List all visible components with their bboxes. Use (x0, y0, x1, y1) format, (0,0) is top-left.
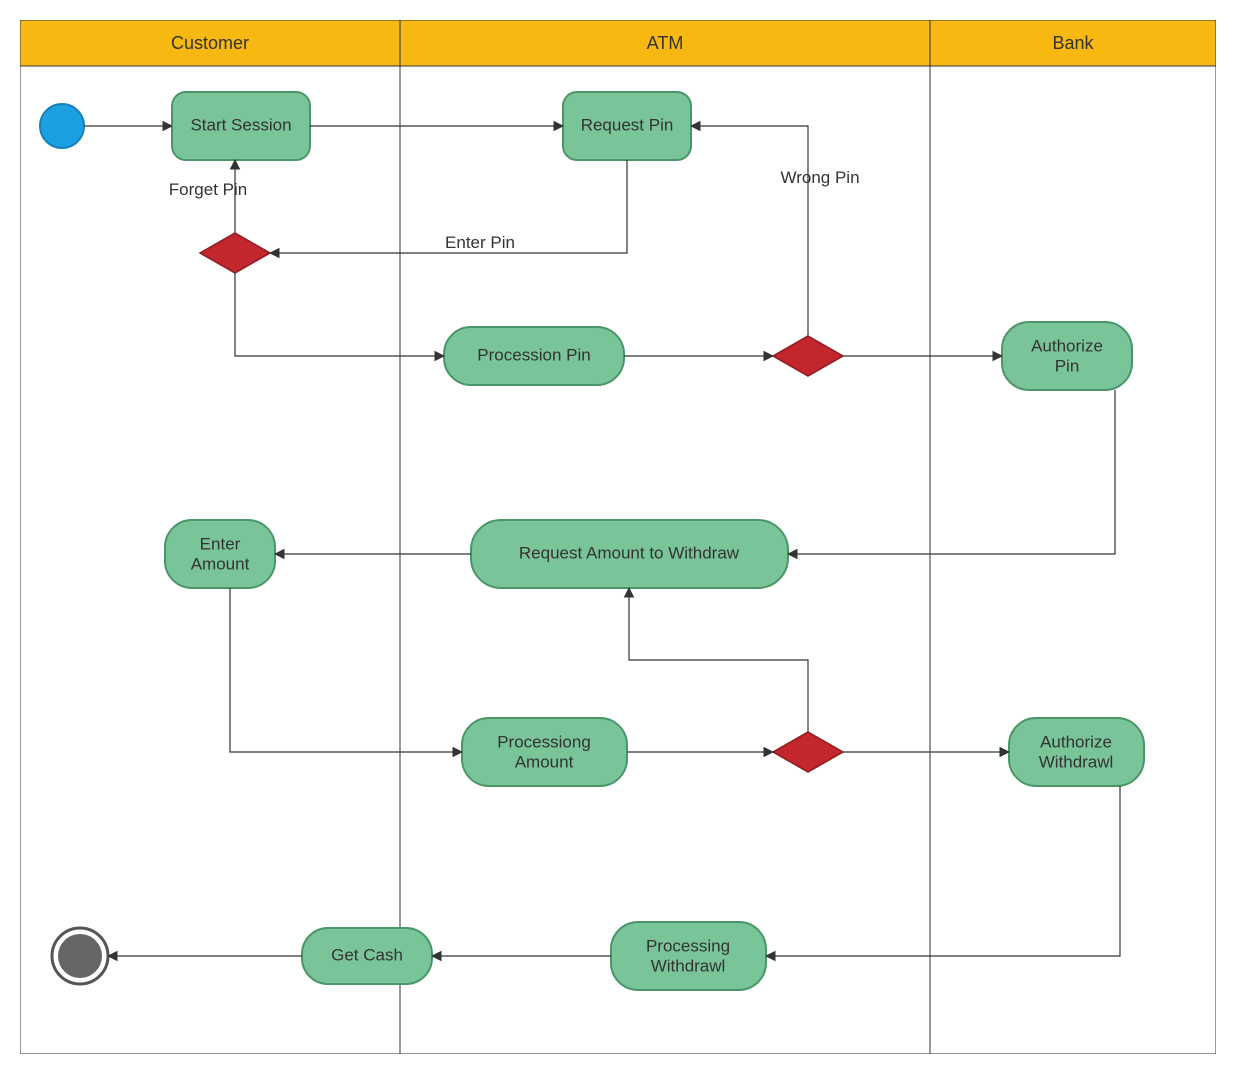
decision-wrong-pin (773, 336, 843, 376)
activity-request-amount-label: Request Amount to Withdraw (519, 543, 740, 562)
activity-get-cash-label: Get Cash (331, 945, 403, 964)
decision-processing-amount (773, 732, 843, 772)
activity-processing-amount-l2: Amount (515, 752, 574, 771)
edge-label-wrong-pin: Wrong Pin (780, 168, 859, 187)
activity-procession-pin-label: Procession Pin (477, 345, 590, 364)
edge-enter-amount-to-processing-amount (230, 588, 462, 752)
lane-label-bank: Bank (1052, 33, 1094, 53)
activity-authorize-pin-l1: Authorize (1031, 336, 1103, 355)
edge-authorize-withdrawl-to-processing-withdrawl (766, 786, 1120, 956)
edge-decision1-to-procession-pin (235, 273, 444, 356)
activity-start-session-label: Start Session (190, 115, 291, 134)
activity-processing-withdrawl-l1: Processing (646, 936, 730, 955)
edge-label-forget-pin: Forget Pin (169, 180, 247, 199)
activity-authorize-pin-l2: Pin (1055, 356, 1080, 375)
activity-request-pin-label: Request Pin (581, 115, 674, 134)
lane-body-bank (930, 66, 1216, 1054)
lane-label-atm: ATM (647, 33, 684, 53)
activity-authorize-withdrawl-l1: Authorize (1040, 732, 1112, 751)
decision-forget-pin (200, 233, 270, 273)
edge-label-enter-pin: Enter Pin (445, 233, 515, 252)
start-node (40, 104, 84, 148)
edge-decision3-to-request-amount (629, 588, 808, 732)
activity-authorize-withdrawl-l2: Withdrawl (1039, 752, 1114, 771)
end-node-inner (58, 934, 102, 978)
edge-authorize-pin-to-request-amount (788, 390, 1115, 554)
activity-processing-withdrawl-l2: Withdrawl (651, 956, 726, 975)
activity-enter-amount-l2: Amount (191, 554, 250, 573)
activity-processing-amount-l1: Processiong (497, 732, 591, 751)
lane-label-customer: Customer (171, 33, 249, 53)
edge-decision2-to-request-pin (691, 126, 808, 336)
swimlane-activity-diagram: Customer ATM Bank Start Session Request … (20, 20, 1216, 1054)
activity-enter-amount-l1: Enter (200, 534, 241, 553)
